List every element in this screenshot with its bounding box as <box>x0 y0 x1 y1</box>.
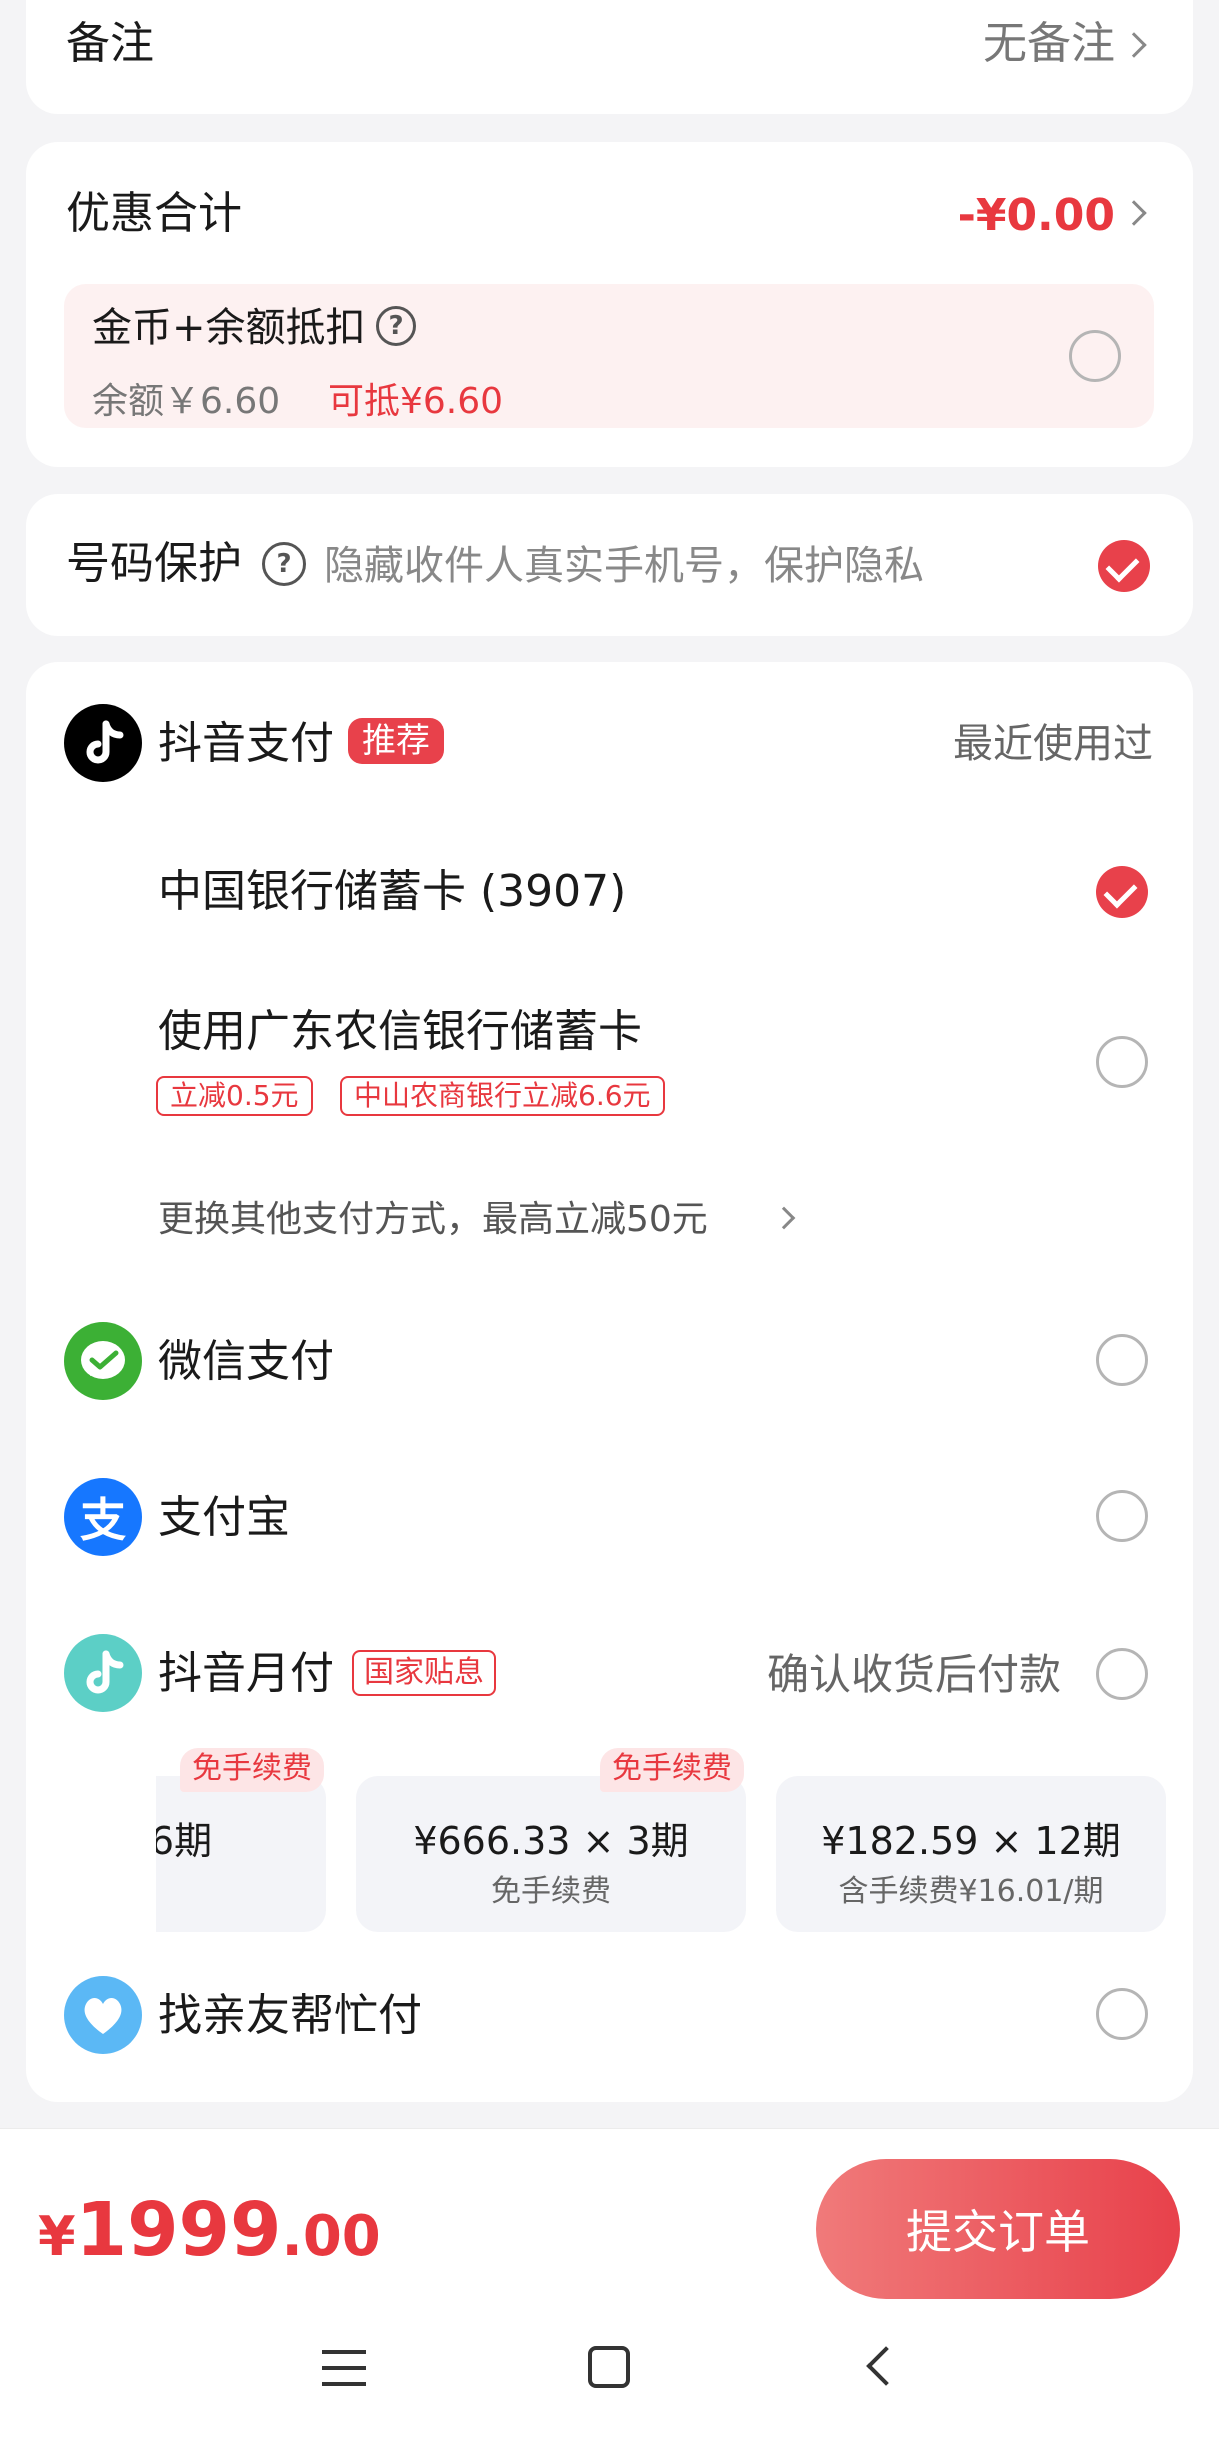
installment-plan[interactable]: ¥182.59 × 12期 含手续费¥16.01/期 <box>776 1776 1166 1932</box>
coin-deduct-title: 金币+余额抵扣 <box>92 305 366 351</box>
remark-label: 备注 <box>66 18 154 69</box>
discount-value[interactable]: -¥0.00 <box>958 190 1115 241</box>
bank-card-boc[interactable]: 中国银行储蓄卡 (3907) <box>158 870 626 914</box>
coin-deduct-radio[interactable] <box>1069 330 1121 382</box>
chevron-right-icon <box>1121 200 1147 226</box>
installment-plan[interactable]: ¥666.33 × 3期 免手续费 <box>356 1776 746 1932</box>
wechat-icon <box>64 1322 142 1400</box>
installment-fee: 续费 <box>156 1866 326 1910</box>
alipay-icon-char: 支 <box>80 1493 126 1547</box>
fee-free-tag: 免手续费 <box>600 1748 744 1792</box>
chevron-right-icon <box>772 1206 796 1230</box>
submit-order-label: 提交订单 <box>906 2205 1090 2259</box>
recommend-badge: 推荐 <box>348 718 444 764</box>
help-icon[interactable]: ? <box>376 306 416 346</box>
submit-order-button[interactable]: 提交订单 <box>816 2159 1180 2299</box>
deduct-text: 可抵¥6.60 <box>328 381 504 422</box>
monthly-note: 确认收货后付款 <box>766 1650 1061 1699</box>
friend-pay-radio[interactable] <box>1096 1988 1148 2040</box>
installment-fee: 免手续费 <box>491 1874 611 1909</box>
checkout-bar: ¥1999.00 提交订单 <box>0 2128 1219 2310</box>
discount-tag: 中山农商银行立减6.6元 <box>340 1076 665 1116</box>
price-decimal: .00 <box>281 2204 381 2269</box>
price-symbol: ¥ <box>38 2205 76 2268</box>
douyin-pay-label[interactable]: 抖音支付 <box>158 722 334 766</box>
menu-icon[interactable] <box>322 2348 366 2388</box>
installment-amount: × 6期 <box>156 1819 213 1863</box>
wechat-pay-radio[interactable] <box>1096 1334 1148 1386</box>
installment-amount: ¥666.33 × 3期 <box>413 1819 689 1863</box>
privacy-label: 号码保护 <box>66 538 242 589</box>
privacy-desc: 隐藏收件人真实手机号，保护隐私 <box>324 543 924 589</box>
remark-card[interactable]: 备注 无备注 <box>26 0 1193 114</box>
installment-fee: 含手续费¥16.01/期 <box>838 1874 1104 1909</box>
chevron-right-icon <box>1121 32 1147 58</box>
installment-amount: ¥182.59 × 12期 <box>821 1819 1121 1863</box>
help-icon[interactable]: ? <box>262 542 306 586</box>
discount-label: 优惠合计 <box>66 188 242 239</box>
balance-text: 余额￥6.60 <box>92 381 281 422</box>
privacy-card: 号码保护 ? 隐藏收件人真实手机号，保护隐私 <box>26 494 1193 636</box>
bank-card-gdnx[interactable]: 使用广东农信银行储蓄卡 <box>158 1010 642 1054</box>
home-icon[interactable] <box>588 2346 630 2388</box>
friend-pay-icon <box>64 1976 142 2054</box>
back-icon[interactable] <box>866 2346 906 2386</box>
douyin-monthly-icon <box>64 1634 142 1712</box>
douyin-icon <box>64 704 142 782</box>
alipay-icon: 支 <box>64 1478 142 1556</box>
price-integer: 1999 <box>75 2187 282 2273</box>
installment-plan[interactable]: × 6期 续费 <box>156 1776 326 1932</box>
discount-card: 优惠合计 -¥0.00 金币+余额抵扣 ? 余额￥6.60 可抵¥6.60 <box>26 142 1193 467</box>
remark-value[interactable]: 无备注 <box>983 22 1115 66</box>
douyin-monthly-label[interactable]: 抖音月付 <box>158 1652 334 1696</box>
total-price: ¥1999.00 <box>38 2193 381 2267</box>
bank-card-boc-radio[interactable] <box>1096 866 1148 918</box>
alipay-radio[interactable] <box>1096 1490 1148 1542</box>
system-nav-bar <box>0 2310 1219 2440</box>
bank-card-gdnx-radio[interactable] <box>1096 1036 1148 1088</box>
subsidy-badge: 国家贴息 <box>352 1650 496 1696</box>
privacy-checkbox[interactable] <box>1098 540 1150 592</box>
installment-scroller[interactable]: × 6期 续费 免手续费 ¥666.33 × 3期 免手续费 免手续费 ¥182… <box>156 1740 1219 1940</box>
more-pay-methods-link[interactable]: 更换其他支付方式，最高立减50元 <box>158 1202 708 1238</box>
douyin-monthly-radio[interactable] <box>1096 1648 1148 1700</box>
coin-deduct-box[interactable]: 金币+余额抵扣 ? 余额￥6.60 可抵¥6.60 <box>64 284 1154 428</box>
discount-tag: 立减0.5元 <box>156 1076 313 1116</box>
wechat-pay-label[interactable]: 微信支付 <box>158 1340 334 1384</box>
alipay-label[interactable]: 支付宝 <box>158 1496 290 1540</box>
fee-free-tag: 免手续费 <box>180 1748 324 1792</box>
recent-used-text: 最近使用过 <box>953 721 1153 767</box>
friend-pay-label[interactable]: 找亲友帮忙付 <box>158 1994 422 2038</box>
